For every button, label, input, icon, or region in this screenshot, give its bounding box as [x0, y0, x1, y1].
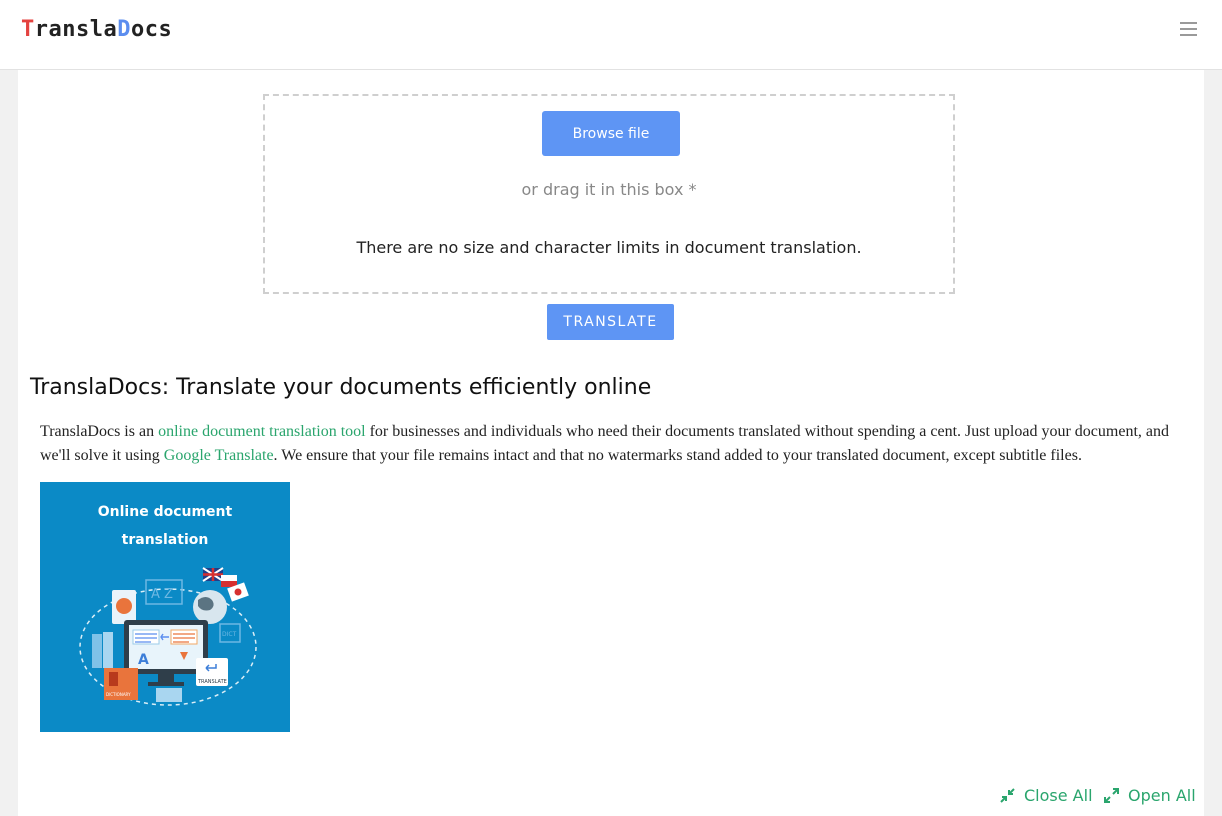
file-drop-zone[interactable]: Browse file or drag it in this box * The…	[263, 94, 955, 294]
expand-arrows-icon	[1104, 788, 1119, 803]
illustration-graphic: A Z DICT A TRANSLATE DICTIONARY	[79, 567, 257, 706]
online-tool-link[interactable]: online document translation tool	[158, 423, 366, 440]
limits-note: There are no size and character limits i…	[356, 238, 862, 257]
translados-logo[interactable]: TranslaDocs	[21, 17, 172, 42]
translation-illustration: Online document translation A Z DICT A T…	[40, 482, 290, 732]
svg-text:DICT: DICT	[222, 631, 237, 638]
close-all-button[interactable]: Close All	[1000, 786, 1093, 805]
drag-hint-text: or drag it in this box *	[521, 180, 697, 199]
svg-text:A Z: A Z	[151, 587, 173, 602]
main-panel: Browse file or drag it in this box * The…	[18, 70, 1204, 816]
svg-text:TRANSLATE: TRANSLATE	[197, 679, 227, 685]
compress-arrows-icon	[1000, 788, 1015, 803]
site-header: TranslaDocs	[0, 0, 1222, 70]
translate-button[interactable]: TRANSLATE	[547, 304, 674, 340]
page-title: TranslaDocs: Translate your documents ef…	[30, 375, 652, 400]
browse-file-button[interactable]: Browse file	[542, 111, 680, 156]
svg-text:A: A	[138, 652, 149, 668]
hamburger-menu-icon[interactable]	[1180, 20, 1197, 36]
intro-paragraph: TranslaDocs is an online document transl…	[40, 423, 1169, 464]
svg-text:DICTIONARY: DICTIONARY	[106, 692, 131, 697]
open-all-button[interactable]: Open All	[1104, 786, 1196, 805]
google-translate-link[interactable]: Google Translate	[164, 447, 274, 464]
